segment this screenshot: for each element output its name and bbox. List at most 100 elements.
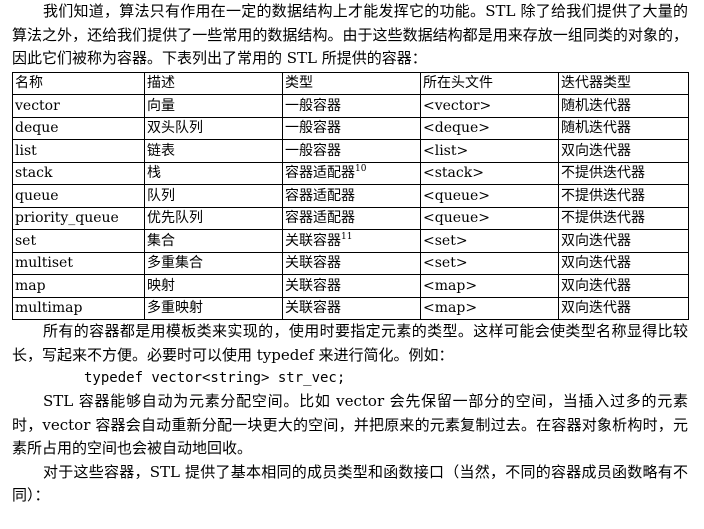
cell-type-text: 关联容器	[285, 277, 341, 294]
cell-description-text: 多重映射	[147, 300, 203, 317]
cell-name: queue	[12, 184, 145, 208]
cell-type-text: 一般容器	[285, 97, 341, 114]
cell-type: 关联容器	[282, 274, 421, 298]
cell-description-text: 链表	[147, 142, 175, 159]
code-example: typedef vector<string> str_vec;	[84, 370, 346, 386]
cell-name-text: deque	[15, 120, 59, 137]
header-description: 描述	[144, 71, 283, 95]
cell-type: 关联容器	[282, 296, 421, 320]
cell-iterator-type: 双向迭代器	[558, 139, 689, 163]
cell-iterator-type: 双向迭代器	[558, 296, 689, 320]
table-row: map 映射 关联容器 <map> 双向迭代器	[12, 274, 689, 298]
cell-header-file-text: <list>	[423, 142, 469, 159]
header-name: 名称	[12, 71, 145, 95]
cell-header-file: <map>	[420, 274, 559, 298]
footnote-marker: 11	[341, 231, 353, 242]
cell-type: 一般容器	[282, 94, 421, 118]
cell-type: 容器适配器10	[282, 161, 421, 185]
cell-name: stack	[12, 161, 145, 185]
cell-description-text: 向量	[147, 97, 175, 114]
cell-name-text: queue	[15, 187, 59, 204]
cell-type: 一般容器	[282, 116, 421, 140]
cell-description-text: 双头队列	[147, 120, 203, 137]
typedef-paragraph: 所有的容器都是用模板类来实现的，使用时要指定元素的类型。这样可能会使类型名称显得…	[12, 322, 688, 364]
cell-iterator-type-text: 不提供迭代器	[561, 165, 645, 182]
table-row: multimap 多重映射 关联容器 <map> 双向迭代器	[12, 296, 689, 320]
cell-name: multiset	[12, 251, 145, 275]
cell-description-text: 多重集合	[147, 255, 203, 272]
cell-type-text: 一般容器	[285, 120, 341, 137]
intro-paragraph: 我们知道，算法只有作用在一定的数据结构上才能发挥它的功能。STL 除了给我们提供…	[12, 2, 688, 67]
cell-name-text: multiset	[15, 255, 73, 272]
cell-description: 双头队列	[144, 116, 283, 140]
header-header-file: 所在头文件	[420, 71, 559, 95]
cell-type-text: 容器适配器	[285, 165, 355, 182]
cell-header-file: <set>	[420, 251, 559, 275]
cell-description: 向量	[144, 94, 283, 118]
cell-iterator-type: 不提供迭代器	[558, 184, 689, 208]
cell-iterator-type: 随机迭代器	[558, 116, 689, 140]
table-row: set 集合 关联容器11 <set> 双向迭代器	[12, 229, 689, 253]
cell-type-text: 容器适配器	[285, 187, 355, 204]
cell-header-file-text: <queue>	[423, 210, 491, 227]
cell-iterator-type-text: 随机迭代器	[561, 97, 631, 114]
cell-header-file-text: <map>	[423, 277, 478, 294]
cell-description-text: 集合	[147, 232, 175, 249]
table-row: vector 向量 一般容器 <vector> 随机迭代器	[12, 94, 689, 118]
cell-iterator-type: 随机迭代器	[558, 94, 689, 118]
cell-header-file-text: <set>	[423, 255, 468, 272]
cell-header-file: <list>	[420, 139, 559, 163]
cell-type: 一般容器	[282, 139, 421, 163]
table-row: deque 双头队列 一般容器 <deque> 随机迭代器	[12, 116, 689, 140]
cell-description: 多重映射	[144, 296, 283, 320]
table-row: queue 队列 容器适配器 <queue> 不提供迭代器	[12, 184, 689, 208]
cell-description-text: 映射	[147, 277, 175, 294]
cell-header-file-text: <vector>	[423, 97, 492, 114]
cell-name: priority_queue	[12, 206, 145, 230]
cell-iterator-type-text: 双向迭代器	[561, 300, 631, 317]
cell-name: deque	[12, 116, 145, 140]
header-type: 类型	[282, 71, 421, 95]
cell-name-text: priority_queue	[15, 210, 119, 227]
cell-header-file: <vector>	[420, 94, 559, 118]
table-row: multiset 多重集合 关联容器 <set> 双向迭代器	[12, 251, 689, 275]
cell-iterator-type: 不提供迭代器	[558, 206, 689, 230]
cell-name: vector	[12, 94, 145, 118]
cell-description: 队列	[144, 184, 283, 208]
cell-name: map	[12, 274, 145, 298]
cell-header-file: <queue>	[420, 184, 559, 208]
cell-iterator-type-text: 不提供迭代器	[561, 187, 645, 204]
allocation-paragraph: STL 容器能够自动为元素分配空间。比如 vector 会先保留一部分的空间，当…	[12, 392, 688, 457]
table-body: vector 向量 一般容器 <vector> 随机迭代器 deque 双头队列 一般容器 <d…	[12, 94, 689, 320]
cell-description: 集合	[144, 229, 283, 253]
cell-iterator-type-text: 双向迭代器	[561, 277, 631, 294]
cell-description-text: 栈	[147, 165, 161, 182]
cell-iterator-type: 双向迭代器	[558, 274, 689, 298]
container-table: 名称 描述 类型 所在头文件 迭代器类型 vector 向量 一般容器 <vector…	[12, 71, 689, 321]
cell-iterator-type-text: 随机迭代器	[561, 120, 631, 137]
member-types-paragraph: 对于这些容器，STL 提供了基本相同的成员类型和函数接口（当然，不同的容器成员函…	[12, 462, 688, 505]
header-iterator-type: 迭代器类型	[558, 71, 689, 95]
cell-name-text: vector	[15, 97, 60, 114]
cell-iterator-type-text: 双向迭代器	[561, 232, 631, 249]
cell-type-text: 一般容器	[285, 142, 341, 159]
table-header-row: 名称 描述 类型 所在头文件 迭代器类型	[12, 71, 689, 95]
cell-description: 多重集合	[144, 251, 283, 275]
cell-description-text: 队列	[147, 187, 175, 204]
cell-name-text: set	[15, 232, 37, 249]
cell-header-file-text: <stack>	[423, 165, 484, 182]
cell-header-file-text: <map>	[423, 300, 478, 317]
cell-name-text: stack	[15, 165, 53, 182]
cell-type-text: 容器适配器	[285, 210, 355, 227]
cell-header-file: <map>	[420, 296, 559, 320]
footnote-marker: 10	[355, 164, 367, 175]
cell-iterator-type-text: 双向迭代器	[561, 142, 631, 159]
cell-name-text: list	[15, 142, 37, 159]
cell-iterator-type: 不提供迭代器	[558, 161, 689, 185]
cell-header-file: <deque>	[420, 116, 559, 140]
cell-iterator-type-text: 双向迭代器	[561, 255, 631, 272]
cell-header-file-text: <set>	[423, 232, 468, 249]
cell-type-text: 关联容器	[285, 300, 341, 317]
cell-description: 栈	[144, 161, 283, 185]
cell-header-file: <stack>	[420, 161, 559, 185]
